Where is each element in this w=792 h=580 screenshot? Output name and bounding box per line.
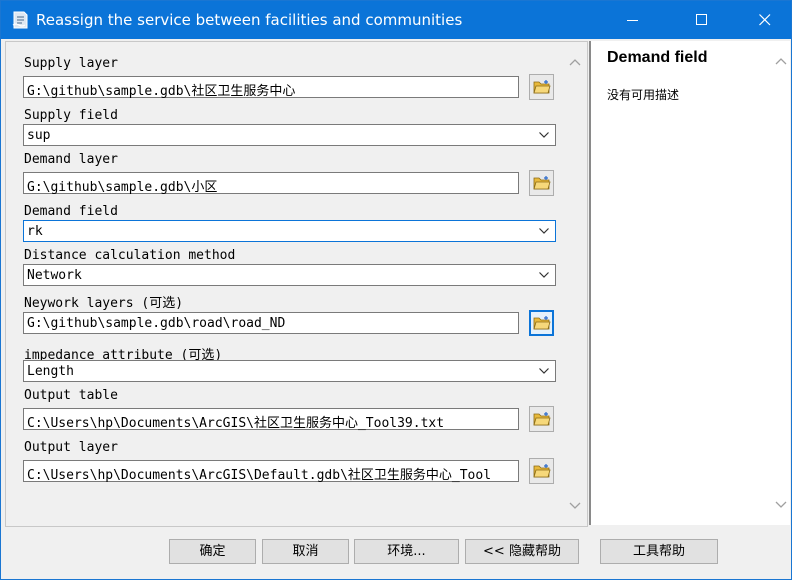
supply-field-label: Supply field	[24, 108, 118, 123]
demand-layer-browse-button[interactable]	[529, 170, 554, 196]
supply-layer-browse-button[interactable]	[529, 74, 554, 100]
supply-field-value: sup	[27, 128, 51, 143]
demand-layer-label: Demand layer	[24, 152, 118, 167]
demand-layer-input[interactable]: G:\github\sample.gdb\小区	[23, 172, 519, 195]
output-layer-input[interactable]: C:\Users\hp\Documents\ArcGIS\Default.gdb…	[23, 460, 519, 483]
output-layer-label: Output layer	[24, 440, 118, 455]
supply-field-dropdown[interactable]: sup	[23, 124, 556, 146]
chevron-down-icon	[539, 368, 549, 374]
chevron-down-icon	[539, 228, 549, 234]
open-folder-icon	[533, 464, 551, 478]
help-title: Demand field	[607, 49, 708, 66]
close-icon	[759, 14, 771, 26]
demand-field-dropdown[interactable]: rk	[23, 220, 556, 242]
script-tool-icon	[12, 11, 28, 29]
network-layers-input[interactable]: G:\github\sample.gdb\road\road_ND	[23, 312, 519, 334]
output-table-value: C:\Users\hp\Documents\ArcGIS\社区卫生服务中心_To…	[27, 416, 445, 431]
help-scroll-down-arrow[interactable]	[775, 501, 787, 509]
supply-layer-value: G:\github\sample.gdb\社区卫生服务中心	[27, 84, 296, 99]
title-bar[interactable]: Reassign the service between facilities …	[1, 1, 791, 39]
output-layer-value: C:\Users\hp\Documents\ArcGIS\Default.gdb…	[27, 468, 492, 483]
chevron-down-icon	[539, 132, 549, 138]
output-table-label: Output table	[24, 388, 118, 403]
output-layer-browse-button[interactable]	[529, 458, 554, 484]
demand-layer-value: G:\github\sample.gdb\小区	[27, 180, 218, 195]
parameters-pane: Supply layer G:\github\sample.gdb\社区卫生服务…	[5, 41, 588, 527]
chevron-down-icon	[539, 272, 549, 278]
help-pane: Demand field 没有可用描述	[589, 41, 790, 525]
network-layers-browse-button[interactable]	[529, 310, 554, 336]
output-table-input[interactable]: C:\Users\hp\Documents\ArcGIS\社区卫生服务中心_To…	[23, 408, 519, 431]
open-folder-icon	[533, 412, 551, 426]
distance-method-value: Network	[27, 268, 82, 283]
help-description: 没有可用描述	[607, 88, 680, 102]
maximize-button[interactable]	[679, 1, 725, 39]
demand-field-label: Demand field	[24, 204, 118, 219]
open-folder-icon	[533, 80, 551, 94]
scroll-down-arrow[interactable]	[569, 502, 581, 510]
environments-button[interactable]: 环境...	[354, 539, 459, 564]
tool-dialog: Reassign the service between facilities …	[0, 0, 792, 580]
minimize-icon	[627, 20, 638, 21]
output-table-browse-button[interactable]	[529, 406, 554, 432]
open-folder-icon	[533, 176, 551, 190]
distance-method-dropdown[interactable]: Network	[23, 264, 556, 286]
network-layers-value: G:\github\sample.gdb\road\road_ND	[27, 316, 286, 331]
impedance-attribute-dropdown[interactable]: Length	[23, 360, 556, 382]
impedance-attribute-value: Length	[27, 364, 74, 379]
supply-layer-label: Supply layer	[24, 56, 118, 71]
network-layers-label: Neywork layers (可选)	[24, 296, 184, 311]
cancel-button[interactable]: 取消	[262, 539, 349, 564]
open-folder-icon	[533, 316, 551, 330]
distance-method-label: Distance calculation method	[24, 248, 236, 263]
maximize-icon	[696, 14, 707, 25]
help-scroll-up-arrow[interactable]	[775, 57, 787, 65]
close-button[interactable]	[742, 1, 788, 39]
window-title: Reassign the service between facilities …	[36, 11, 463, 29]
minimize-button[interactable]	[610, 1, 656, 39]
hide-help-button[interactable]: << 隐藏帮助	[465, 539, 579, 564]
scroll-up-arrow[interactable]	[569, 58, 581, 66]
ok-button[interactable]: 确定	[169, 539, 256, 564]
tool-help-button[interactable]: 工具帮助	[600, 539, 718, 564]
supply-layer-input[interactable]: G:\github\sample.gdb\社区卫生服务中心	[23, 76, 519, 99]
demand-field-value: rk	[27, 224, 43, 239]
